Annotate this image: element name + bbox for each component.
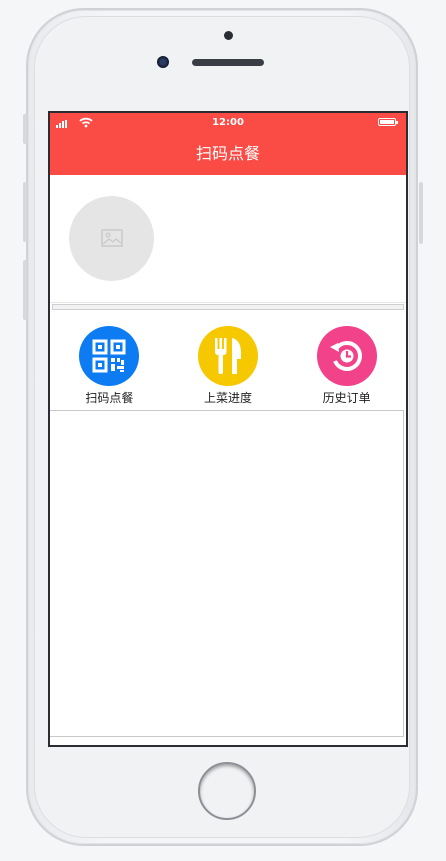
function-menu: 扫码点餐 上菜进度 历史订单 xyxy=(50,314,406,412)
banner-area xyxy=(50,175,406,303)
history-clock-icon xyxy=(316,326,377,386)
status-time: 12:00 xyxy=(212,117,244,128)
front-camera xyxy=(157,56,169,68)
side-button-volume-down xyxy=(23,260,27,320)
image-placeholder-icon xyxy=(101,229,123,247)
nav-title: 扫码点餐 xyxy=(50,133,406,175)
side-button-power xyxy=(419,182,423,244)
section-divider xyxy=(52,304,404,310)
menu-item-order-history[interactable]: 历史订单 xyxy=(287,314,406,412)
avatar-placeholder xyxy=(69,196,154,281)
content-panel xyxy=(50,410,404,737)
earpiece-speaker xyxy=(192,59,264,66)
app-screen: 12:00 扫码点餐 扫码点餐 上菜进度 历史订单 xyxy=(48,111,408,747)
home-button[interactable] xyxy=(198,762,256,820)
menu-label: 扫码点餐 xyxy=(85,391,134,405)
menu-item-scan-order[interactable]: 扫码点餐 xyxy=(50,314,169,412)
battery-icon xyxy=(378,118,398,126)
menu-label: 历史订单 xyxy=(322,391,371,405)
proximity-sensor xyxy=(224,31,233,40)
status-bar: 12:00 xyxy=(50,113,406,133)
menu-item-serving-progress[interactable]: 上菜进度 xyxy=(169,314,288,412)
qr-code-icon xyxy=(79,326,140,386)
fork-knife-icon xyxy=(198,326,258,386)
menu-label: 上菜进度 xyxy=(204,391,253,405)
side-button-volume-up xyxy=(23,182,27,242)
side-button-mute xyxy=(23,114,27,144)
